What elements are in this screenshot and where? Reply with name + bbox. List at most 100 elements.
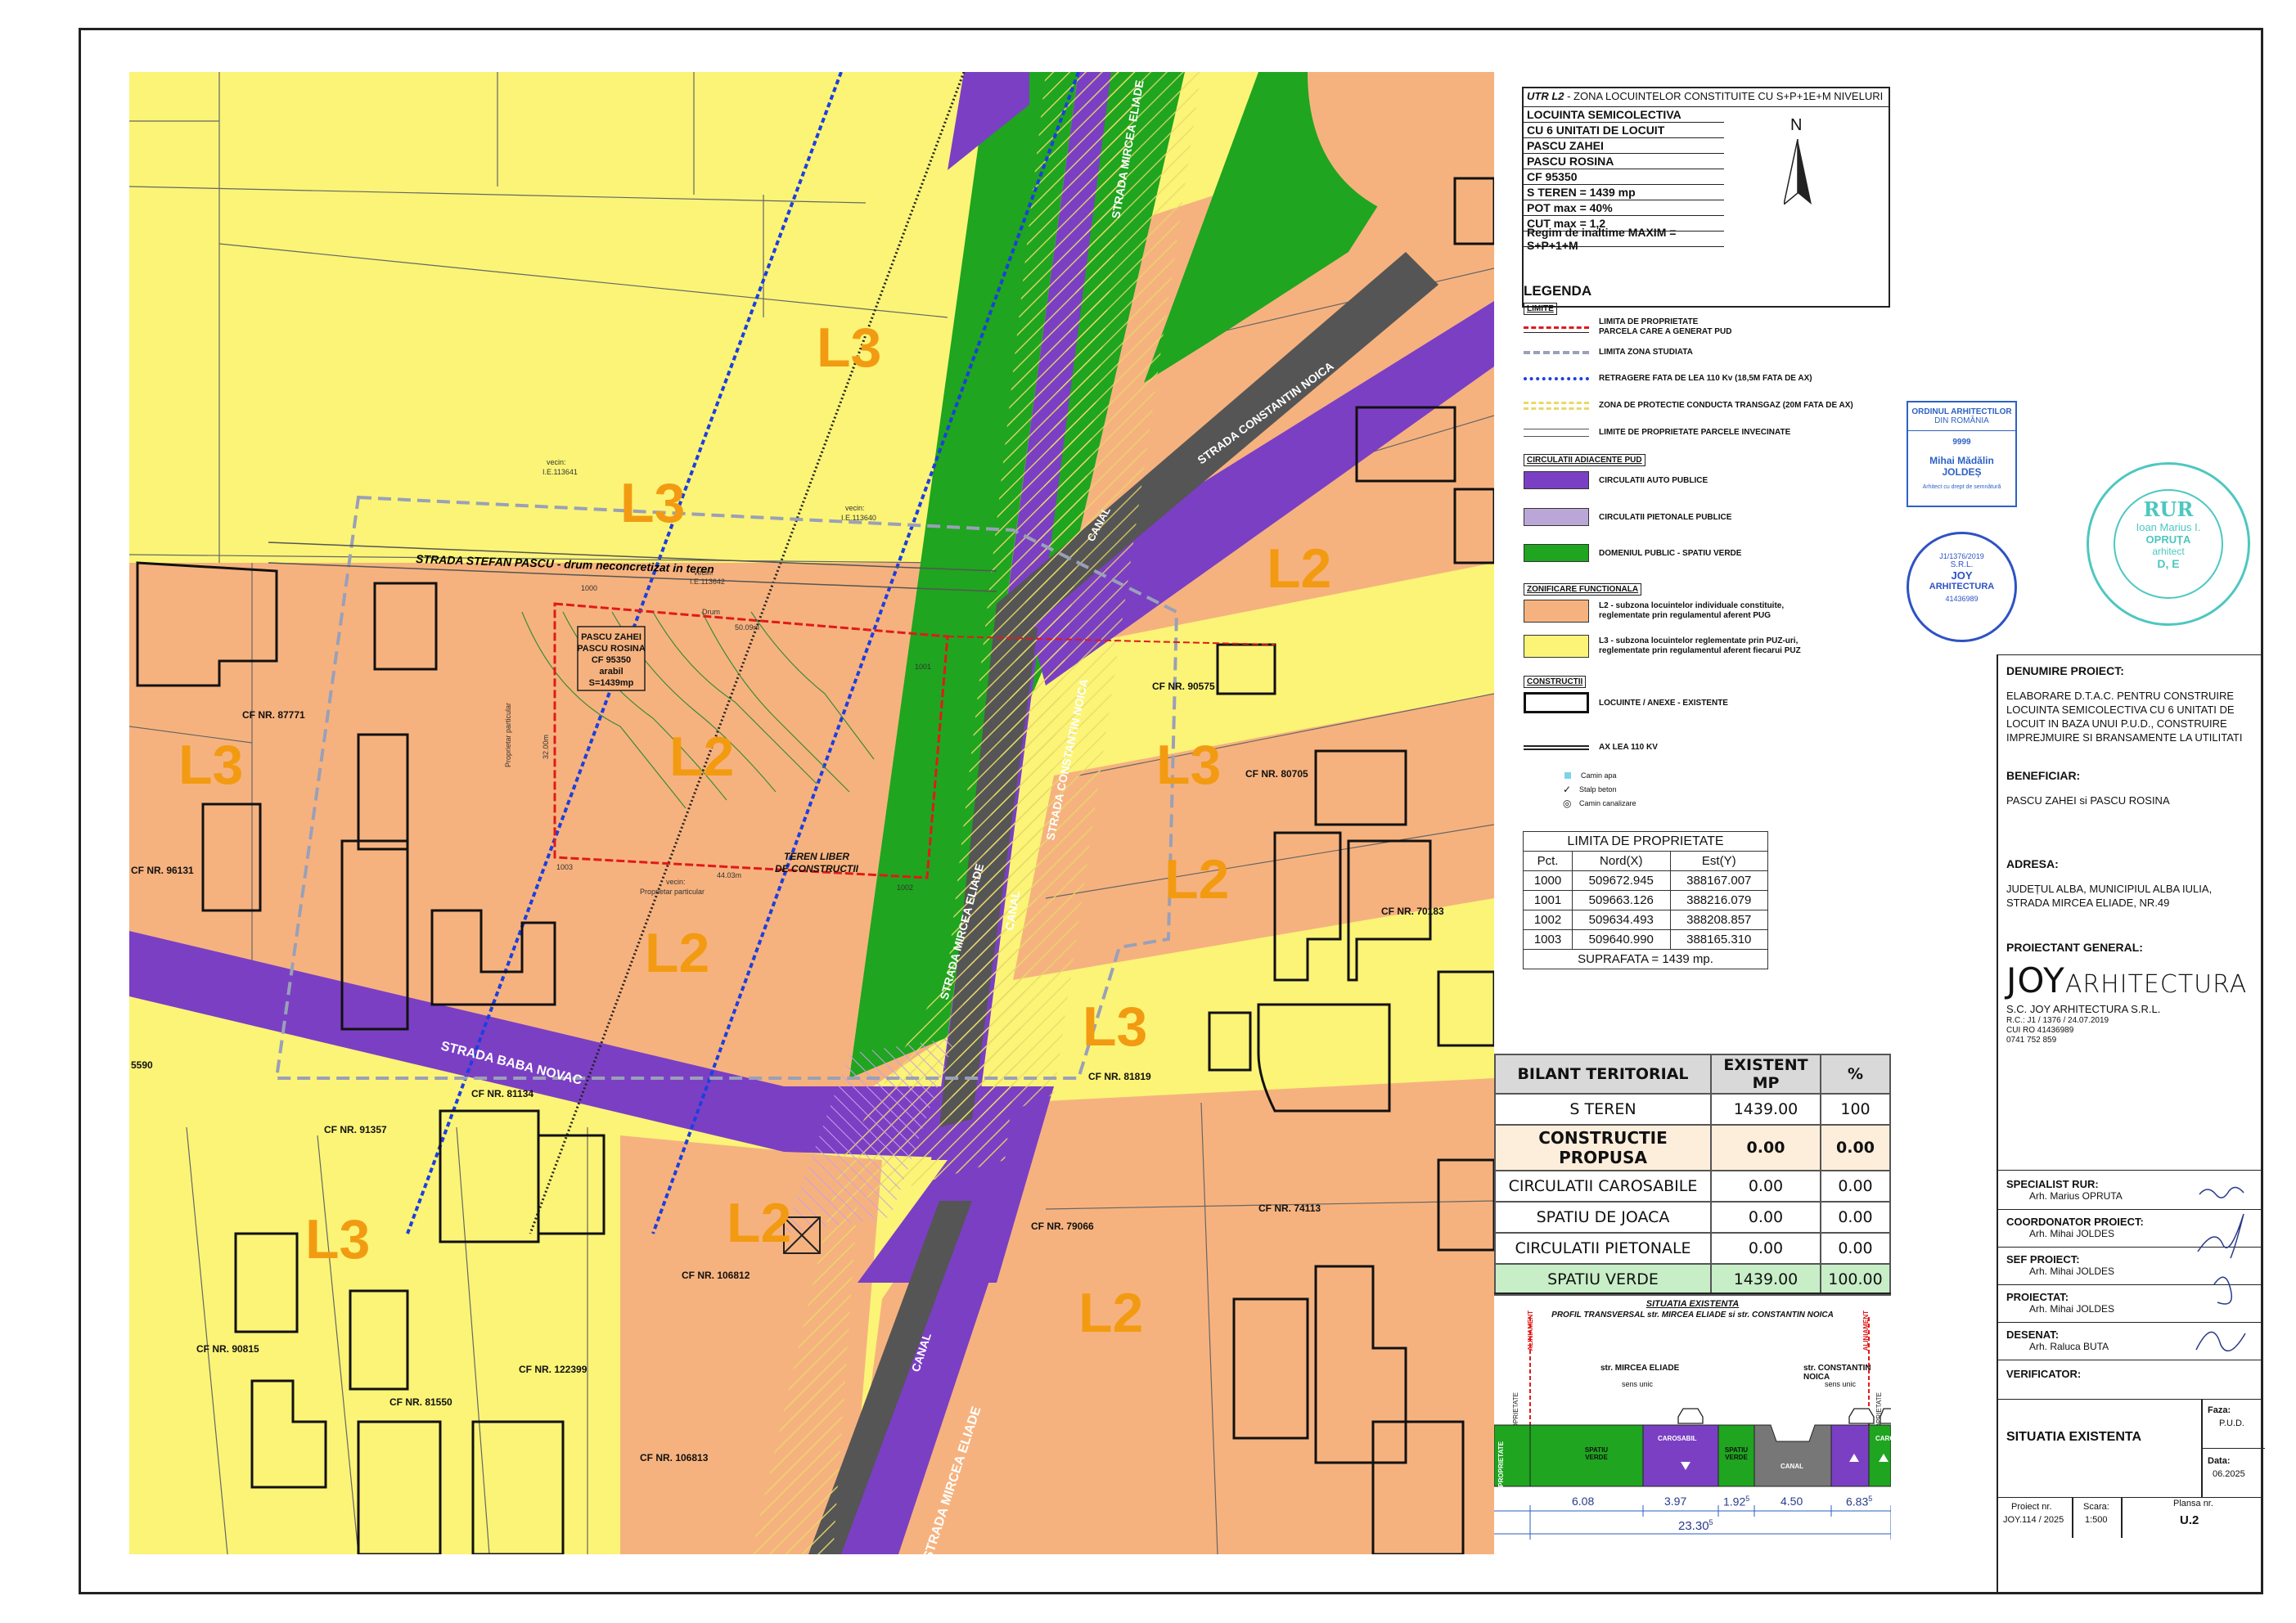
- legend-swatch: [1524, 326, 1589, 333]
- phase: P.U.D.: [2219, 1418, 2244, 1428]
- stamp-text: J1/1376/2019: [1939, 552, 1984, 560]
- legend-item-study-zone: LIMITA ZONA STUDIATA: [1524, 348, 1693, 357]
- neighbour-label: I.E.113642: [690, 578, 725, 586]
- cf-label: CF NR. 106812: [682, 1270, 750, 1281]
- legend-swatch: [1524, 376, 1589, 380]
- sewer-manhole-icon: ◎: [1563, 798, 1572, 809]
- section-total: 23.305: [1678, 1518, 1713, 1533]
- legend-item-pole: ✓ Stalp beton: [1524, 784, 1617, 795]
- sheet-number-label: Plansa nr.: [2173, 1499, 2213, 1508]
- legend-swatch: [1524, 401, 1589, 410]
- scale-label: Scara:: [2083, 1502, 2109, 1512]
- balance-cell: CONSTRUCTIE PROPUSA: [1494, 1124, 1712, 1171]
- cf-label: CF NR. 122399: [519, 1364, 588, 1375]
- limits-cell: 509672.945: [1572, 870, 1671, 891]
- section-dimension: 4.50: [1781, 1495, 1803, 1508]
- address: JUDEȚUL ALBA, MUNICIPIUL ALBA IULIA, STR…: [2006, 883, 2213, 909]
- utr-line: LOCUINTA SEMICOLECTIVA: [1524, 107, 1724, 123]
- section-road-label-2: CAROSABIL: [1875, 1435, 1915, 1442]
- table-row: 1001 509663.126 388216.079: [1522, 890, 1769, 910]
- utr-code: UTR L2: [1527, 90, 1564, 102]
- zone-label: L3: [305, 1208, 370, 1270]
- parcel-use: arabil: [599, 667, 623, 677]
- company-detail-line: CUI RO 41436989: [2006, 1026, 2074, 1035]
- designer-label: PROIECTANT GENERAL:: [2006, 941, 2143, 954]
- legend-swatch: [1524, 600, 1589, 623]
- section-canal-label: CANAL: [1781, 1463, 1803, 1470]
- legend-swatch: [1524, 350, 1589, 354]
- limits-cell: 509663.126: [1572, 890, 1671, 910]
- cf-label: CF NR. 81134: [471, 1088, 533, 1099]
- cf-label: CF NR. 70183: [1381, 906, 1444, 917]
- beneficiary-label: BENEFICIAR:: [2006, 769, 2081, 782]
- section-dimension: 1.925: [1723, 1495, 1749, 1508]
- concrete-pole-icon: ✓: [1563, 784, 1572, 795]
- legend-section-circulation: CIRCULATII ADIACENTE PUD: [1524, 454, 1645, 466]
- balance-cell: 0.00: [1820, 1124, 1891, 1171]
- property-limits-table: LIMITA DE PROPRIETATE Pct. Nord(X) Est(Y…: [1522, 831, 1769, 969]
- project-name: ELABORARE D.T.A.C. PENTRU CONSTRUIRE LOC…: [2006, 690, 2243, 744]
- north-arrow-icon: [1784, 139, 1812, 205]
- utr-line: PASCU ZAHEI: [1524, 138, 1724, 154]
- legend-swatch: [1524, 471, 1589, 489]
- balance-header: BILANT TERITORIAL: [1494, 1054, 1712, 1095]
- phase-label: Faza:: [2208, 1405, 2231, 1415]
- legend-item-pedestrian: CIRCULATII PIETONALE PUBLICE: [1524, 508, 1731, 526]
- section-green-label: SPATIU VERDE: [1584, 1446, 1609, 1461]
- company-logo: JOYARHITECTURA: [2006, 960, 2257, 1000]
- legend-swatch: [1524, 692, 1589, 713]
- zone-label: L2: [727, 1192, 791, 1254]
- table-row: SPATIU DE JOACA 0.00 0.00: [1494, 1201, 1891, 1234]
- neighbour-label: vecin:: [547, 458, 566, 466]
- dimension-label: 44.03m: [717, 871, 741, 879]
- section-dimension-value: 1.92: [1723, 1495, 1746, 1508]
- cf-label: CF NR. 81819: [1088, 1071, 1151, 1082]
- table-row: S TEREN 1439.00 100: [1494, 1093, 1891, 1126]
- legend-swatch: [1524, 635, 1589, 658]
- parcel-cf: CF 95350: [592, 655, 631, 665]
- balance-cell: 100: [1820, 1093, 1891, 1126]
- stamp-text: 9999: [1908, 430, 2015, 447]
- balance-cell: S TEREN: [1494, 1093, 1712, 1126]
- utr-line: CF 95350: [1524, 169, 1724, 185]
- company-detail-line: R.C.: J1 / 1376 / 24.07.2019: [2006, 1016, 2109, 1025]
- section-drawing: [1494, 1317, 1891, 1540]
- balance-cell: 0.00: [1820, 1201, 1891, 1234]
- table-row: 1000 509672.945 388167.007: [1522, 870, 1769, 891]
- legend-label: L2 - subzona locuintelor individuale con…: [1599, 601, 1785, 610]
- section-dimension: 6.835: [1846, 1495, 1872, 1508]
- legend-label: reglementate prin regulamentul aferent P…: [1599, 611, 1772, 620]
- point-label: 1000: [581, 584, 597, 592]
- limits-cell: 388167.007: [1669, 870, 1769, 891]
- neighbour-label: vecin:: [694, 569, 714, 577]
- neighbour-label: I.E.113641: [542, 468, 578, 476]
- zone-label: L2: [1078, 1282, 1143, 1344]
- cf-label: CF NR. 90815: [196, 1343, 259, 1355]
- neighbour-label: Proprietar particular: [640, 888, 705, 896]
- section-green-label-2: SPATIU VERDE: [1724, 1446, 1749, 1461]
- legend-label: LOCUINTE / ANEXE - EXISTENTE: [1599, 698, 1728, 708]
- neighbour-label: vecin:: [666, 878, 686, 886]
- legend-label: L3 - subzona locuintelor reglementate pr…: [1599, 636, 1799, 645]
- section-total-value: 23.30: [1678, 1519, 1709, 1533]
- legend-label: Camin apa: [1581, 771, 1617, 780]
- zone-label: L3: [817, 317, 881, 379]
- section-dimension-sup: 5: [1745, 1495, 1750, 1503]
- section-road-label: CAROSABIL: [1658, 1435, 1697, 1442]
- legend-label: AX LEA 110 KV: [1599, 743, 1658, 752]
- limits-cell: 388165.310: [1669, 929, 1769, 950]
- utr-line: S TEREN = 1439 mp: [1524, 185, 1724, 200]
- legend-label: Camin canalizare: [1579, 799, 1636, 807]
- balance-cell: 1439.00: [1710, 1093, 1821, 1126]
- stamp-text: S.R.L.: [1950, 560, 1974, 569]
- legend-item-l3: L3 - subzona locuintelor reglementate pr…: [1524, 635, 1801, 658]
- legend-title: LEGENDA: [1524, 283, 1592, 299]
- table-row: CIRCULATII CAROSABILE 0.00 0.00: [1494, 1170, 1891, 1203]
- balance-cell: 100.00: [1820, 1263, 1891, 1296]
- zone-label: L3: [1156, 734, 1221, 796]
- limits-header: Est(Y): [1669, 851, 1769, 871]
- legend-label: ZONA DE PROTECTIE CONDUCTA TRANSGAZ (20M…: [1599, 401, 1853, 410]
- legend-item-water-manhole: Camin apa: [1524, 771, 1617, 780]
- legend-label: Stalp beton: [1579, 785, 1617, 794]
- date-label: Data:: [2208, 1456, 2231, 1466]
